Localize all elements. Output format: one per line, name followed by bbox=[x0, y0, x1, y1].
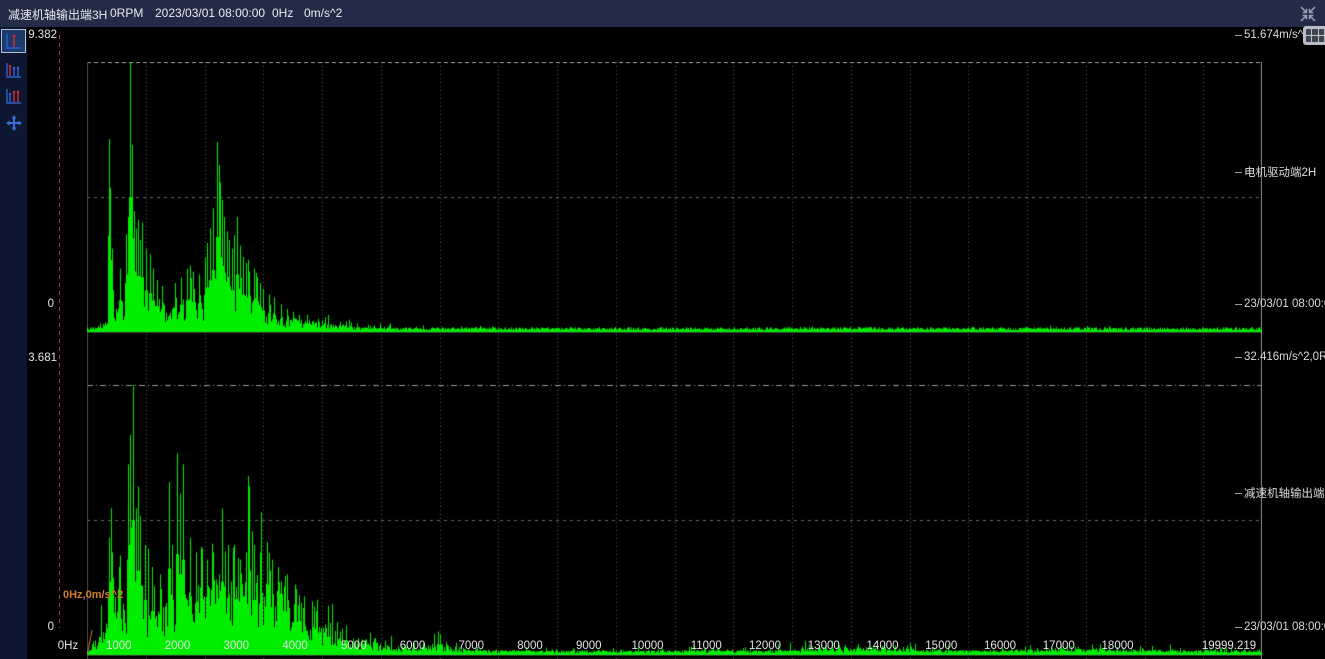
selected-channel-label: 减速机轴输出端3H bbox=[8, 6, 107, 23]
x-tick-label: 7000 bbox=[458, 640, 484, 652]
x-tick-label: 15000 bbox=[925, 640, 957, 652]
x-tick-label: 9000 bbox=[576, 640, 602, 652]
x-tick-label: 3000 bbox=[223, 640, 249, 652]
x-tick-label: 4000 bbox=[282, 640, 308, 652]
sideband-cursor-chart-icon bbox=[5, 87, 23, 105]
cursor-frequency-readout: 0Hz bbox=[272, 6, 293, 20]
chart1-ymin-label: 0 bbox=[14, 298, 54, 310]
x-tick-label: 2000 bbox=[165, 640, 191, 652]
rpm-readout: 0RPM bbox=[110, 6, 143, 20]
chart1-timestamp-label: 23/03/01 08:00:00 bbox=[1235, 298, 1325, 310]
chart2-ymax-label: 3.681 bbox=[17, 352, 57, 364]
chart2-timestamp-label: 23/03/01 08:00:00 bbox=[1235, 621, 1325, 633]
tick-dash bbox=[1235, 357, 1242, 358]
toolbar-sidebar bbox=[0, 27, 27, 659]
plot-panel bbox=[27, 27, 1325, 659]
chart2-channel-label: 减速机轴输出端3H bbox=[1235, 485, 1325, 501]
tick-dash bbox=[1235, 172, 1242, 173]
chart1-ymax-label: 9.382 bbox=[17, 29, 57, 41]
x-tick-label: 12000 bbox=[749, 640, 781, 652]
tick-dash bbox=[1235, 35, 1242, 36]
x-tick-label: 5000 bbox=[341, 640, 367, 652]
tick-dash bbox=[1235, 493, 1242, 494]
x-tick-label: 17000 bbox=[1043, 640, 1075, 652]
datetime-readout: 2023/03/01 08:00:00 bbox=[155, 6, 265, 20]
x-tick-label: 16000 bbox=[984, 640, 1016, 652]
x-axis-labels: 0Hz 1000 2000 3000 4000 5000 6000 7000 8000 9000 1… bbox=[0, 640, 1325, 654]
collapse-icon[interactable] bbox=[1297, 3, 1319, 25]
tick-dash bbox=[1235, 627, 1242, 628]
x-tick-label: 6000 bbox=[400, 640, 426, 652]
sideband-cursor-tool-button[interactable] bbox=[1, 84, 26, 108]
x-tick-label: 8000 bbox=[517, 640, 543, 652]
x-axis-end-label: 19999.219 bbox=[1202, 640, 1256, 652]
numeric-keypad-icon[interactable] bbox=[1303, 26, 1325, 45]
x-tick-label: 0Hz bbox=[58, 640, 78, 652]
chart1-channel-label: 电机驱动端2H bbox=[1235, 164, 1316, 180]
harmonic-cursor-tool-button[interactable] bbox=[1, 58, 26, 82]
x-tick-label: 18000 bbox=[1102, 640, 1134, 652]
x-tick-label: 1000 bbox=[106, 640, 132, 652]
x-tick-label: 14000 bbox=[867, 640, 899, 652]
spectrum-analyzer-window: 减速机轴输出端3H 0RPM 2023/03/01 08:00:00 0Hz 0… bbox=[0, 0, 1325, 659]
cursor-value-label: 0Hz,0m/s^2 bbox=[63, 589, 123, 601]
x-tick-label: 11000 bbox=[691, 640, 722, 652]
pan-move-icon bbox=[5, 114, 23, 132]
chart2-ymin-label: 0 bbox=[14, 621, 54, 633]
chart2-fullscale-label: 32.416m/s^2,0RPM bbox=[1235, 351, 1325, 363]
header-bar: 减速机轴输出端3H 0RPM 2023/03/01 08:00:00 0Hz 0… bbox=[0, 0, 1325, 27]
tick-dash bbox=[1235, 304, 1242, 305]
x-tick-label: 10000 bbox=[632, 640, 664, 652]
pan-move-tool-button[interactable] bbox=[1, 111, 26, 135]
spectrum-plot-canvas[interactable] bbox=[87, 62, 1262, 659]
cursor-amplitude-readout: 0m/s^2 bbox=[304, 6, 342, 20]
x-tick-label: 13000 bbox=[808, 640, 840, 652]
harmonic-cursor-chart-icon bbox=[5, 61, 23, 79]
